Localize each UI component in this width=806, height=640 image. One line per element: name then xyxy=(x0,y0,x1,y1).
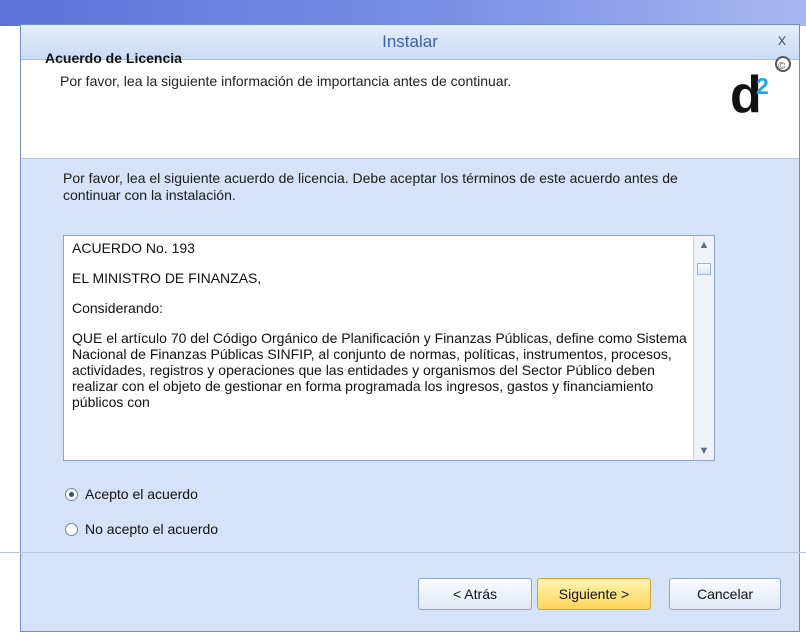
scroll-thumb[interactable] xyxy=(697,263,711,275)
license-line-3: Considerando: xyxy=(72,300,164,316)
cancel-button[interactable]: Cancelar xyxy=(669,578,781,610)
page-subtitle: Por favor, lea la siguiente información … xyxy=(60,73,512,89)
scroll-up-icon[interactable]: ▲ xyxy=(694,236,714,254)
reject-option[interactable]: No acepto el acuerdo xyxy=(65,521,218,537)
license-content: ACUERDO No. 193 EL MINISTRO DE FINANZAS,… xyxy=(72,240,692,424)
footer-divider xyxy=(0,552,806,553)
close-button[interactable]: x xyxy=(773,33,791,51)
license-textarea[interactable]: ACUERDO No. 193 EL MINISTRO DE FINANZAS,… xyxy=(63,235,715,461)
license-line-1: ACUERDO No. 193 xyxy=(72,240,195,256)
screen-background xyxy=(0,0,806,26)
license-scrollbar[interactable]: ▲ ▼ xyxy=(693,236,714,460)
window-title: Instalar xyxy=(382,32,438,51)
accept-label: Acepto el acuerdo xyxy=(85,486,198,502)
logo-number: 2 xyxy=(756,73,769,99)
reject-label: No acepto el acuerdo xyxy=(85,521,219,537)
scroll-down-icon[interactable]: ▼ xyxy=(694,442,714,460)
accept-option[interactable]: Acepto el acuerdo xyxy=(65,486,198,502)
page-title: Acuerdo de Licencia xyxy=(45,50,182,66)
accept-radio[interactable] xyxy=(65,487,78,501)
license-line-2: EL MINISTRO DE FINANZAS, xyxy=(72,270,262,286)
d2-logo-icon: d 2 © xyxy=(730,56,791,124)
d2-logo: d 2 © xyxy=(730,54,792,124)
license-line-4: QUE el artículo 70 del Código Orgánico d… xyxy=(72,330,687,410)
reject-radio[interactable] xyxy=(65,522,78,536)
intro-text: Por favor, lea el siguiente acuerdo de l… xyxy=(63,170,678,203)
logo-symbol: © xyxy=(778,61,786,72)
selected-radio-dot xyxy=(69,491,74,497)
next-button[interactable]: Siguiente > xyxy=(537,578,651,610)
back-button[interactable]: < Atrás xyxy=(418,578,532,610)
